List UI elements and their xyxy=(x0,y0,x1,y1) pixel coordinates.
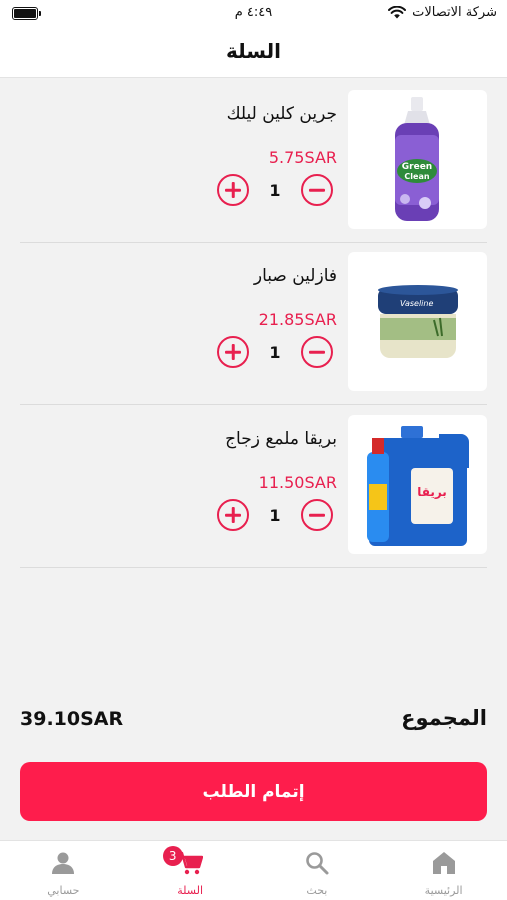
product-price: 11.50SAR xyxy=(258,473,337,492)
product-price: 5.75SAR xyxy=(268,148,337,167)
increase-quantity-button[interactable] xyxy=(217,174,249,206)
tab-cart[interactable]: 3 السلة xyxy=(127,841,254,900)
tab-bar: حسابي 3 السلة بحث الرئيسية xyxy=(0,840,507,900)
carrier-name: شركة الاتصالات xyxy=(412,5,497,20)
nav-header: السلة xyxy=(0,28,507,78)
increase-quantity-button[interactable] xyxy=(217,336,249,368)
product-name: فازلين صبار xyxy=(253,266,337,286)
tab-label: بحث xyxy=(306,884,328,897)
wifi-icon xyxy=(388,6,407,19)
product-price: 21.85SAR xyxy=(258,310,337,329)
product-name: جرين كلين ليلك xyxy=(226,104,337,124)
decrease-quantity-button[interactable] xyxy=(301,499,333,531)
cart-item: Vaseline فازلين صبار 21.85SAR 1 xyxy=(20,242,487,405)
total-value: 39.10SAR xyxy=(20,708,124,730)
glass-cleaner-image: بريقا xyxy=(366,426,469,546)
product-image[interactable]: Vaseline xyxy=(348,252,487,391)
search-icon xyxy=(306,852,329,875)
svg-text:بريقا: بريقا xyxy=(417,485,447,499)
home-icon xyxy=(432,852,455,874)
tab-search[interactable]: بحث xyxy=(254,841,381,900)
cart-item: بريقا بريقا ملمع زجاج 11.50SAR 1 xyxy=(20,405,487,568)
cart-item: Green Clean جرين كلين ليلك 5.75SAR 1 xyxy=(20,80,487,243)
total-label: المجموع xyxy=(401,706,487,730)
person-icon xyxy=(52,852,75,874)
product-image[interactable]: Green Clean xyxy=(348,90,487,229)
svg-text:Green: Green xyxy=(401,162,431,172)
tab-label: الرئيسية xyxy=(424,884,463,897)
svg-text:Clean: Clean xyxy=(404,172,429,181)
tab-account[interactable]: حسابي xyxy=(0,841,127,900)
product-name: بريقا ملمع زجاج xyxy=(225,429,337,449)
total-row: المجموع 39.10SAR xyxy=(20,706,487,736)
product-image[interactable]: بريقا xyxy=(348,415,487,554)
increase-quantity-button[interactable] xyxy=(217,499,249,531)
tab-label: حسابي xyxy=(47,884,80,897)
tab-home[interactable]: الرئيسية xyxy=(380,841,507,900)
quantity-value: 1 xyxy=(269,506,281,525)
cart-count-badge: 3 xyxy=(162,846,183,866)
quantity-value: 1 xyxy=(269,181,281,200)
page-title: السلة xyxy=(225,39,281,63)
vaseline-jar-image: Vaseline xyxy=(377,284,458,358)
decrease-quantity-button[interactable] xyxy=(301,174,333,206)
status-bar: ٤:٤٩ م شركة الاتصالات xyxy=(0,0,507,28)
quantity-value: 1 xyxy=(269,343,281,362)
carrier-info: شركة الاتصالات xyxy=(388,5,497,20)
dish-soap-bottle-image: Green Clean xyxy=(394,96,439,221)
decrease-quantity-button[interactable] xyxy=(301,336,333,368)
tab-label: السلة xyxy=(177,884,203,897)
checkout-button[interactable]: إتمام الطلب xyxy=(20,762,487,821)
svg-text:Vaseline: Vaseline xyxy=(400,299,433,308)
